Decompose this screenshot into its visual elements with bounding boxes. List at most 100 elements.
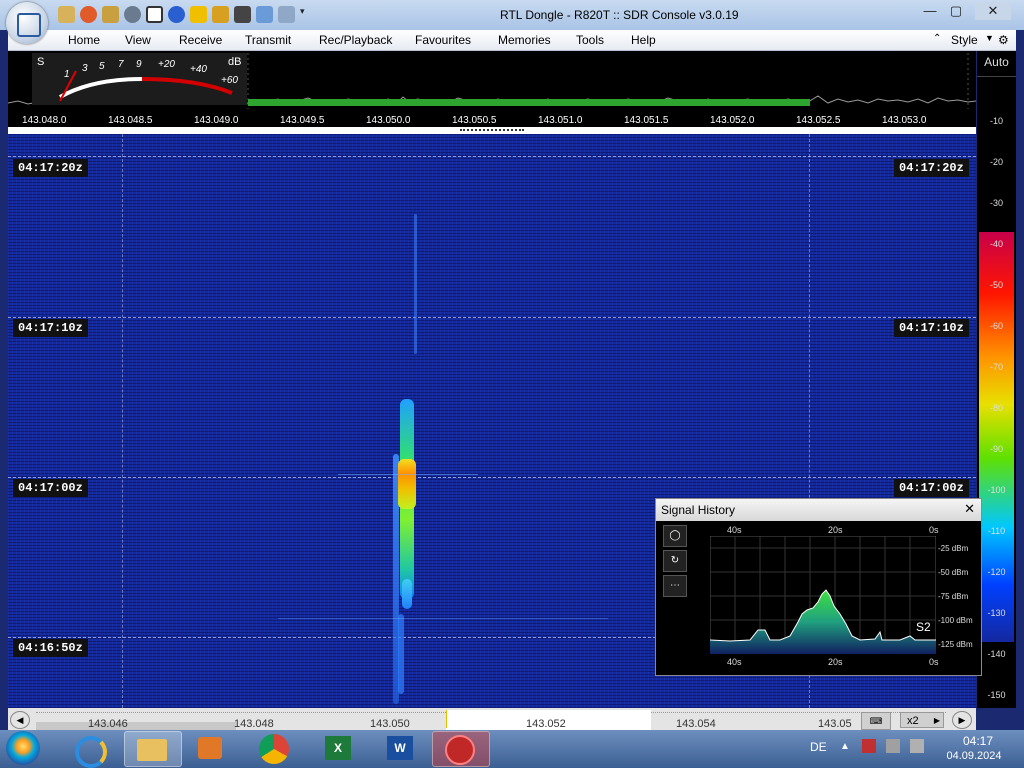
scroll-right-button[interactable]: ▶: [952, 711, 972, 729]
maximize-button[interactable]: ▢: [944, 2, 968, 20]
waterfall-splitter[interactable]: [8, 127, 976, 134]
menu-bar: Home View Receive Transmit Rec/Playback …: [8, 30, 1016, 51]
settings-gear-icon[interactable]: ⚙: [998, 33, 1009, 47]
menu-receive[interactable]: Receive: [179, 33, 222, 47]
signal-history-panel: Signal History ✕ ◯ ↻ ⋯ 40s 20s 0s -25 dB…: [655, 498, 982, 676]
undo-icon[interactable]: [278, 6, 295, 23]
scroll-left-button[interactable]: ◀: [10, 711, 30, 729]
clock-time[interactable]: 04:17: [944, 734, 1012, 748]
level-label: -120: [987, 567, 1006, 577]
tray-app-icon[interactable]: [862, 739, 876, 753]
volume-icon[interactable]: [910, 739, 924, 753]
menu-recplayback[interactable]: Rec/Playback: [319, 33, 392, 47]
camera-icon[interactable]: [234, 6, 251, 23]
splitter-grip[interactable]: [460, 129, 524, 133]
level-label: -90: [989, 444, 1003, 454]
style-menu[interactable]: Style: [951, 33, 978, 47]
zoom-selector[interactable]: x2 ▶: [900, 712, 944, 728]
frequency-scroller[interactable]: ◀ 143.046 143.048 143.050 143.052 143.05…: [8, 708, 976, 730]
freq-tick: 143.052.5: [796, 115, 841, 126]
scroller-freq: 143.050: [370, 718, 410, 730]
tray-expand-icon[interactable]: ▲: [840, 741, 850, 752]
record-icon[interactable]: ◯: [663, 525, 687, 547]
s-meter: S dB 1 3 5 7 9 +20 +40 +60: [32, 53, 247, 105]
home-icon[interactable]: [58, 6, 75, 23]
color-scale-bar[interactable]: [979, 232, 1014, 642]
menu-memories[interactable]: Memories: [498, 33, 551, 47]
signal-trace: [398, 614, 404, 694]
level-label: -150: [987, 690, 1006, 700]
sdr-console-taskbar-icon[interactable]: [432, 731, 490, 767]
stop-icon[interactable]: [146, 6, 163, 23]
freq-tick: 143.051.5: [624, 115, 669, 126]
tuning-marker: [446, 710, 447, 728]
keyboard-icon[interactable]: ⌨: [861, 712, 891, 730]
folder-icon[interactable]: [102, 6, 119, 23]
lifebuoy-icon[interactable]: [80, 6, 97, 23]
freq-tick: 143.051.0: [538, 115, 583, 126]
level-label: -40: [989, 239, 1003, 249]
menu-favourites[interactable]: Favourites: [415, 33, 471, 47]
internet-explorer-icon[interactable]: [70, 731, 107, 768]
panel-close-button[interactable]: ✕: [964, 501, 975, 517]
level-label: -100: [987, 485, 1006, 495]
time-label: 04:17:10z: [894, 319, 969, 337]
collapse-icon[interactable]: ⌃: [933, 33, 941, 44]
play-icon[interactable]: [124, 6, 141, 23]
quick-access-toolbar: ▾: [58, 6, 317, 23]
signal-trace: [414, 214, 417, 354]
menu-tools[interactable]: Tools: [576, 33, 604, 47]
lock-icon[interactable]: [212, 6, 229, 23]
style-dropdown-icon[interactable]: ▼: [985, 33, 994, 43]
clock-date[interactable]: 04.09.2024: [940, 750, 1008, 762]
close-button[interactable]: ✕: [975, 2, 1011, 20]
level-label: -60: [989, 321, 1003, 331]
app-menu-button[interactable]: [6, 2, 48, 44]
excel-icon[interactable]: X: [320, 731, 356, 765]
title-bar: ▾ RTL Dongle - R820T :: SDR Console v3.0…: [0, 0, 1024, 30]
file-explorer-icon[interactable]: [124, 731, 182, 767]
passband-indicator[interactable]: [248, 99, 810, 106]
app-logo-icon: [17, 13, 41, 37]
level-label: -140: [987, 649, 1006, 659]
menu-view[interactable]: View: [125, 33, 151, 47]
window-title: RTL Dongle - R820T :: SDR Console v3.0.1…: [500, 8, 739, 22]
smeter-tick: 7: [118, 59, 124, 70]
refresh-icon[interactable]: ↻: [663, 550, 687, 572]
word-icon[interactable]: W: [382, 731, 418, 765]
language-indicator[interactable]: DE: [810, 740, 827, 754]
time-label: 04:16:50z: [13, 639, 88, 657]
scroller-freq: 143.052: [526, 718, 566, 730]
freq-tick: 143.049.0: [194, 115, 239, 126]
frequency-ruler[interactable]: 143.048.0 143.048.5 143.049.0 143.049.5 …: [8, 113, 976, 127]
time-label: 04:17:20z: [13, 159, 88, 177]
more-icon[interactable]: ⋯: [663, 575, 687, 597]
menu-home[interactable]: Home: [68, 33, 100, 47]
chrome-icon[interactable]: [256, 731, 292, 765]
dbm-label: -100 dBm: [938, 616, 973, 625]
scroller-freq: 143.046: [88, 718, 128, 730]
scroller-freq: 143.048: [234, 718, 274, 730]
smeter-tick: +40: [190, 64, 207, 75]
start-button[interactable]: [6, 731, 40, 765]
chevron-down-icon[interactable]: ▾: [300, 6, 317, 23]
freq-tick: 143.050.0: [366, 115, 411, 126]
minimize-button[interactable]: —: [918, 2, 942, 20]
history-top-tick: 0s: [929, 525, 939, 535]
star-icon[interactable]: [190, 6, 207, 23]
panel-header[interactable]: Signal History ✕: [656, 499, 981, 521]
smeter-tick: 5: [99, 61, 105, 72]
s-reading: S2: [916, 620, 931, 634]
menu-help[interactable]: Help: [631, 33, 656, 47]
level-label: -50: [989, 280, 1003, 290]
network-icon[interactable]: [886, 739, 900, 753]
dbm-label: -50 dBm: [938, 568, 969, 577]
history-bottom-tick: 40s: [727, 657, 742, 667]
time-label: 04:17:00z: [894, 479, 969, 497]
dropper-icon[interactable]: [256, 6, 273, 23]
media-player-icon[interactable]: [192, 731, 228, 765]
add-icon[interactable]: [168, 6, 185, 23]
signal-sideband: [338, 474, 478, 475]
auto-button[interactable]: Auto: [977, 55, 1016, 69]
menu-transmit[interactable]: Transmit: [245, 33, 291, 47]
